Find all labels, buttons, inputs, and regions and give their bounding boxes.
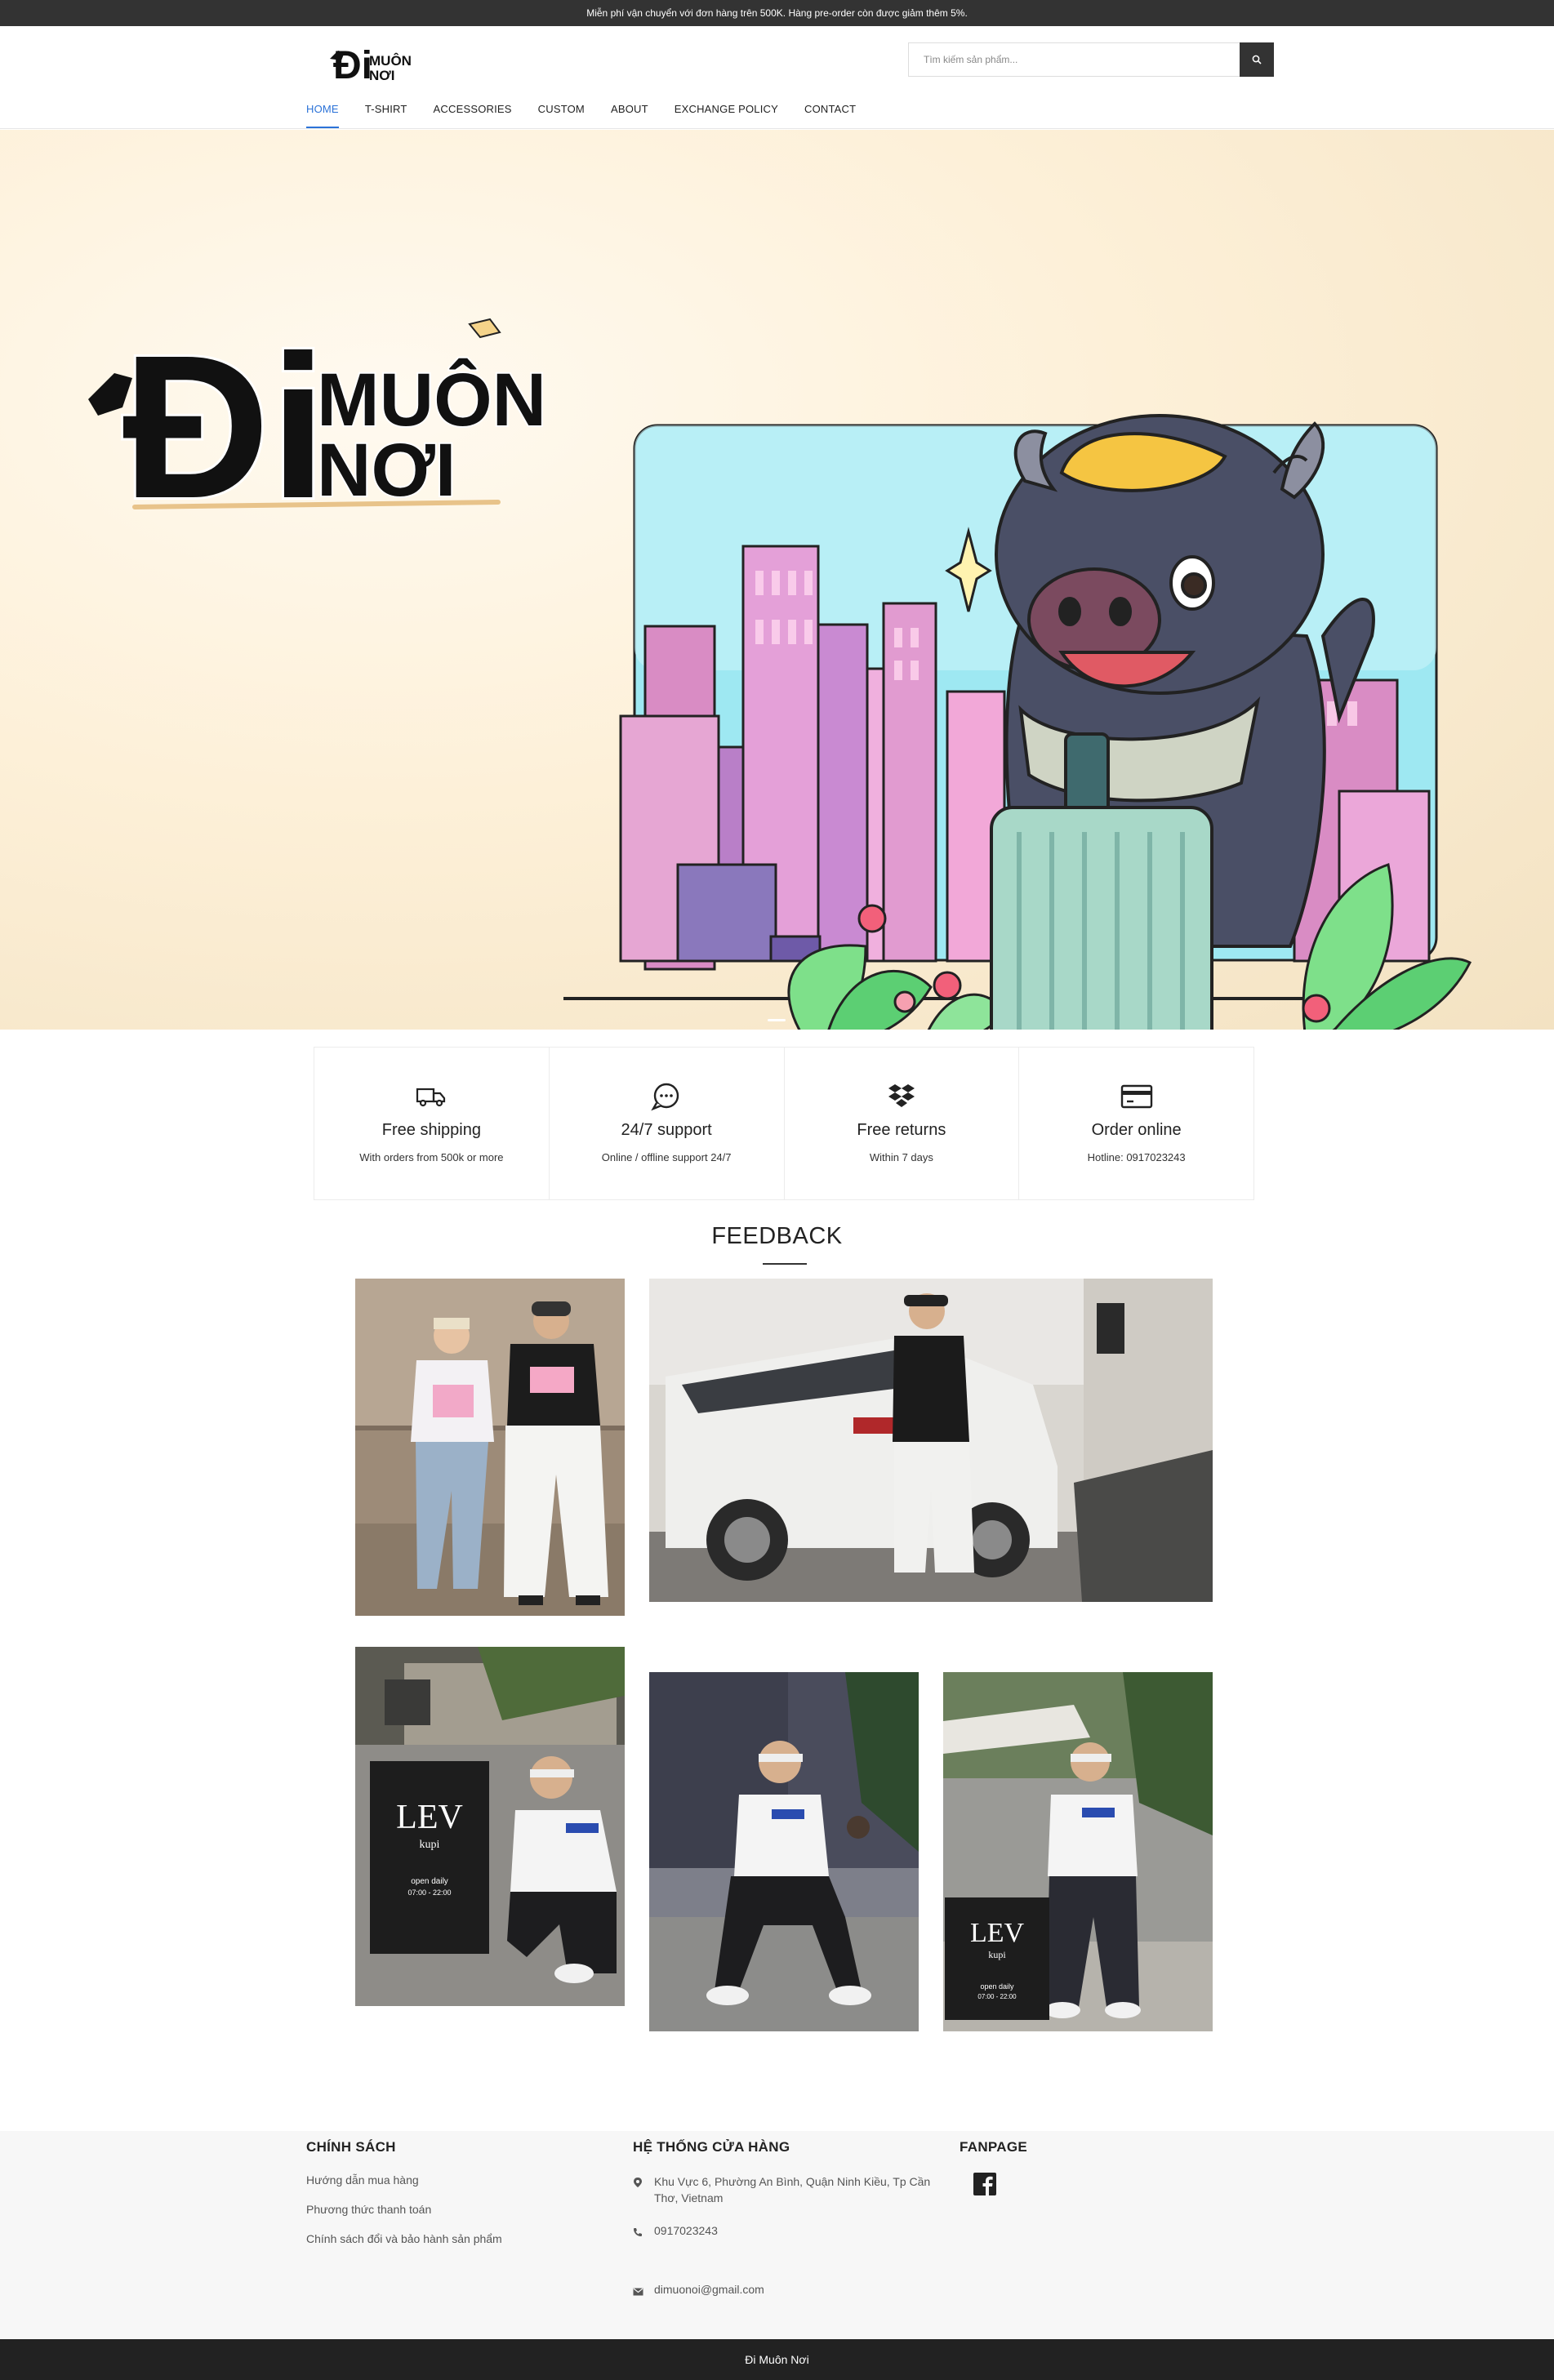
svg-text:07:00 - 22:00: 07:00 - 22:00 bbox=[977, 1993, 1017, 2000]
nav-t-shirt[interactable]: T-SHIRT bbox=[365, 101, 407, 128]
svg-text:NƠI: NƠI bbox=[317, 429, 456, 512]
announcement-text: Miễn phí vận chuyển với đơn hàng trên 50… bbox=[586, 7, 968, 19]
feedback-photo-car[interactable] bbox=[649, 1279, 1213, 1602]
feedback-photo-couple[interactable] bbox=[355, 1279, 625, 1616]
svg-text:open daily: open daily bbox=[980, 1982, 1014, 1991]
svg-text:Đi: Đi bbox=[333, 44, 372, 87]
footer-link-exchange-warranty[interactable]: Chính sách đổi và bảo hành sản phẩm bbox=[306, 2232, 502, 2245]
feature-subtitle: With orders from 500k or more bbox=[359, 1151, 504, 1163]
feature-order-online: Order online Hotline: 0917023243 bbox=[1019, 1048, 1253, 1199]
main-nav: HOME T-SHIRT ACCESSORIES CUSTOM ABOUT EX… bbox=[306, 101, 856, 128]
search-input[interactable] bbox=[908, 42, 1240, 77]
copyright-text: Đi Muôn Nơi bbox=[745, 2353, 809, 2366]
footer-policy: CHÍNH SÁCH Hướng dẫn mua hàng Phương thứ… bbox=[306, 2139, 502, 2262]
phone-icon bbox=[634, 2228, 642, 2236]
svg-text:open daily: open daily bbox=[411, 1877, 448, 1886]
feature-title: Free returns bbox=[857, 1121, 946, 1139]
site-logo[interactable]: Đi MUÔN NƠI bbox=[328, 34, 420, 87]
nav-home[interactable]: HOME bbox=[306, 101, 339, 128]
feature-title: Order online bbox=[1091, 1121, 1182, 1139]
location-icon bbox=[634, 2178, 642, 2187]
svg-text:07:00 - 22:00: 07:00 - 22:00 bbox=[407, 1888, 451, 1897]
search-bar bbox=[908, 42, 1274, 77]
svg-text:MUÔN: MUÔN bbox=[369, 53, 412, 69]
feature-support: 24/7 support Online / offline support 24… bbox=[550, 1048, 785, 1199]
hero-banner[interactable]: Đi MUÔN NƠI bbox=[0, 130, 1554, 1030]
copyright-bar: Đi Muôn Nơi bbox=[0, 2339, 1554, 2380]
slider-dot[interactable] bbox=[768, 1019, 786, 1021]
footer-email-link[interactable]: dimuonoi@gmail.com bbox=[654, 2281, 764, 2298]
footer-phone: 0917023243 bbox=[633, 2222, 935, 2255]
feature-free-returns: Free returns Within 7 days bbox=[785, 1048, 1020, 1199]
facebook-link[interactable] bbox=[973, 2172, 997, 2196]
nav-about[interactable]: ABOUT bbox=[611, 101, 648, 128]
hero-illustration: Đi MUÔN NƠI bbox=[88, 310, 1472, 1030]
svg-text:kupi: kupi bbox=[420, 1839, 440, 1851]
feature-subtitle: Online / offline support 24/7 bbox=[601, 1151, 732, 1163]
footer-link-payment[interactable]: Phương thức thanh toán bbox=[306, 2203, 502, 2216]
nav-exchange-policy[interactable]: EXCHANGE POLICY bbox=[675, 101, 778, 128]
search-icon bbox=[1252, 55, 1262, 65]
credit-card-icon bbox=[1120, 1084, 1152, 1109]
nav-custom[interactable]: CUSTOM bbox=[538, 101, 585, 128]
hero-logo: Đi MUÔN NƠI bbox=[88, 310, 548, 543]
footer-phone-link[interactable]: 0917023243 bbox=[654, 2222, 718, 2239]
site-footer: CHÍNH SÁCH Hướng dẫn mua hàng Phương thứ… bbox=[0, 2131, 1554, 2339]
footer-fanpage-title: FANPAGE bbox=[960, 2139, 1028, 2155]
dropbox-icon bbox=[888, 1084, 915, 1107]
facebook-icon bbox=[973, 2173, 996, 2195]
footer-address-text: Khu Vực 6, Phường An Bình, Quận Ninh Kiề… bbox=[654, 2175, 931, 2204]
svg-text:LEV: LEV bbox=[396, 1799, 463, 1836]
nav-accessories[interactable]: ACCESSORIES bbox=[434, 101, 512, 128]
footer-fanpage: FANPAGE bbox=[960, 2139, 1027, 2213]
truck-icon bbox=[416, 1088, 446, 1107]
email-icon bbox=[633, 2288, 643, 2296]
feature-title: 24/7 support bbox=[621, 1121, 712, 1139]
footer-policy-title: CHÍNH SÁCH bbox=[306, 2139, 396, 2155]
search-button[interactable] bbox=[1240, 42, 1274, 77]
svg-text:NƠI: NƠI bbox=[369, 68, 395, 83]
footer-link-buying-guide[interactable]: Hướng dẫn mua hàng bbox=[306, 2173, 502, 2186]
feature-subtitle: Hotline: 0917023243 bbox=[1087, 1151, 1186, 1163]
feedback-photo-lev-sign-2[interactable]: LEV kupi open daily 07:00 - 22:00 bbox=[943, 1672, 1213, 2031]
footer-email: dimuonoi@gmail.com bbox=[633, 2281, 935, 2314]
features-row: Free shipping With orders from 500k or m… bbox=[314, 1047, 1254, 1200]
site-header: Đi MUÔN NƠI HOME T-SHIRT ACCESSORIES CUS… bbox=[0, 26, 1554, 129]
bull-mascot-logo-icon: Đi MUÔN NƠI bbox=[330, 44, 412, 87]
feedback-title: FEEDBACK bbox=[711, 1223, 843, 1249]
nav-contact[interactable]: CONTACT bbox=[804, 101, 856, 128]
footer-stores-title: HỆ THỐNG CỬA HÀNG bbox=[633, 2139, 790, 2155]
svg-text:kupi: kupi bbox=[988, 1949, 1006, 1960]
footer-address: Khu Vực 6, Phường An Bình, Quận Ninh Kiề… bbox=[633, 2173, 935, 2206]
feedback-photo-sitting[interactable] bbox=[649, 1672, 919, 2031]
feedback-divider bbox=[763, 1263, 807, 1265]
feedback-photo-lev-sign-1[interactable]: LEV kupi open daily 07:00 - 22:00 bbox=[355, 1647, 625, 2006]
footer-stores: HỆ THỐNG CỬA HÀNG Khu Vực 6, Phường An B… bbox=[633, 2139, 935, 2330]
svg-text:LEV: LEV bbox=[970, 1918, 1025, 1948]
feature-subtitle: Within 7 days bbox=[869, 1151, 933, 1163]
feature-title: Free shipping bbox=[381, 1121, 481, 1139]
announcement-bar: Miễn phí vận chuyển với đơn hàng trên 50… bbox=[0, 0, 1554, 26]
feature-free-shipping: Free shipping With orders from 500k or m… bbox=[314, 1048, 550, 1199]
chat-icon bbox=[651, 1083, 679, 1111]
